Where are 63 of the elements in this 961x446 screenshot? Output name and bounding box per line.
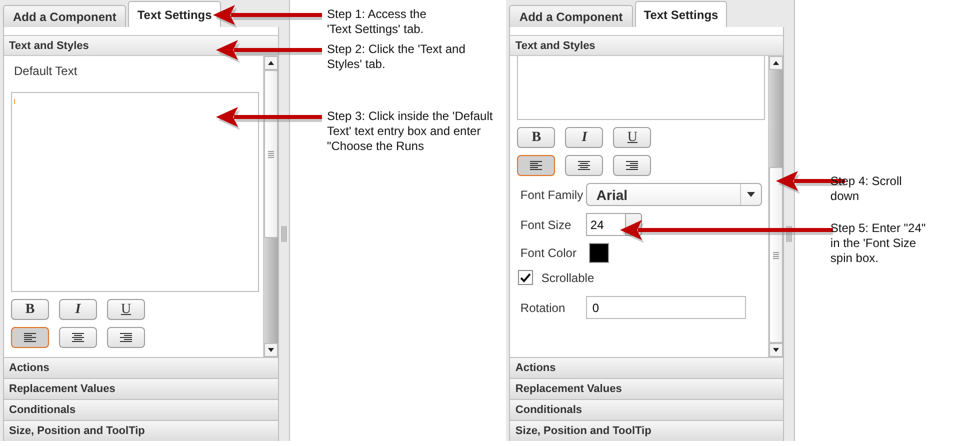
align-button[interactable]	[565, 155, 604, 176]
checkbox-label: Scrollable	[541, 270, 594, 284]
accordion-header[interactable]: Conditionals	[510, 399, 784, 420]
scrollbar[interactable]	[768, 56, 784, 357]
align-button[interactable]	[11, 327, 49, 348]
grip-icon[interactable]	[281, 226, 287, 242]
field-label: Rotation	[520, 300, 566, 314]
scroll-up-button[interactable]	[769, 56, 784, 70]
format-button[interactable]: U	[107, 299, 145, 320]
accordion-header[interactable]: Conditionals	[4, 399, 278, 420]
align-left-icon	[24, 332, 36, 342]
field-label: Font Family	[520, 188, 584, 202]
format-button[interactable]: B	[11, 299, 49, 320]
scroll-thumb[interactable]	[769, 167, 784, 343]
align-button[interactable]	[59, 327, 97, 348]
step-annotation: Step 1: Access the 'Text Settings' tab.	[327, 7, 428, 37]
down-arrow-icon	[268, 348, 274, 352]
align-button[interactable]	[613, 155, 652, 176]
section-header[interactable]: Text and Styles	[510, 35, 784, 56]
grip-icon[interactable]	[786, 226, 792, 242]
tab[interactable]: Text Settings	[634, 1, 728, 27]
step-annotation: Step 4: Scroll down	[830, 174, 903, 204]
checkbox[interactable]	[518, 270, 534, 285]
caret-icon	[747, 192, 756, 197]
accordion-header[interactable]: Size, Position and ToolTip	[4, 420, 278, 441]
font-family-dropdown[interactable]: Arial	[586, 183, 762, 206]
step-annotation: Step 3: Click inside the 'Default Text' text entry box and enter "Choose the Runs	[327, 109, 494, 154]
format-button[interactable]: I	[59, 299, 97, 320]
step-annotation: Step 2: Click the 'Text and Styles' tab.	[327, 42, 466, 72]
accordion-header[interactable]: Replacement Values	[4, 378, 278, 399]
align-center-icon	[72, 332, 84, 342]
scroll-down-button[interactable]	[264, 343, 278, 357]
tab[interactable]: Add a Component	[509, 5, 633, 27]
tab[interactable]: Text Settings	[128, 1, 221, 27]
field-label: Font Color	[520, 246, 578, 260]
format-button[interactable]: U	[613, 127, 652, 148]
align-center-icon	[578, 160, 590, 170]
format-button[interactable]: I	[565, 127, 604, 148]
scroll-thumb[interactable]	[264, 70, 278, 238]
align-button[interactable]	[517, 155, 556, 176]
accordion-header[interactable]: Size, Position and ToolTip	[510, 420, 784, 441]
font-size-input[interactable]: 24	[586, 213, 626, 236]
up-arrow-icon	[773, 61, 780, 65]
accordion-header[interactable]: Actions	[4, 357, 278, 378]
accordion-header[interactable]: Actions	[510, 357, 784, 378]
accordion-header[interactable]: Replacement Values	[510, 378, 784, 399]
align-right-icon	[626, 160, 638, 170]
align-left-icon	[530, 160, 542, 170]
field-label: Default Text	[14, 64, 78, 78]
rotation-input[interactable]: 0	[586, 296, 746, 319]
down-arrow-icon	[773, 348, 780, 352]
scroll-down-button[interactable]	[769, 343, 784, 357]
field-label: Font Size	[520, 218, 572, 232]
tab[interactable]: Add a Component	[3, 5, 126, 27]
format-button[interactable]: B	[517, 127, 556, 148]
align-button[interactable]	[107, 327, 145, 348]
scrollbar[interactable]	[263, 56, 278, 357]
scroll-up-button[interactable]	[264, 56, 278, 70]
step-annotation: Step 5: Enter "24" in the 'Font Size spin box.	[830, 221, 927, 266]
section-header[interactable]: Text and Styles	[4, 35, 278, 56]
up-arrow-icon	[268, 61, 274, 65]
color-swatch[interactable]	[589, 243, 610, 263]
align-right-icon	[120, 332, 132, 342]
